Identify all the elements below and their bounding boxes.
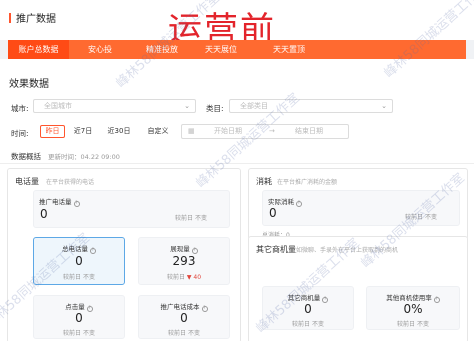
- card-compare: 较前日 不变: [292, 321, 324, 328]
- section-title: 效果数据: [9, 79, 49, 90]
- card-impressions[interactable]: 展现量? 293 较前日 ▼ 40: [138, 237, 230, 285]
- time-label: 时间:: [11, 129, 29, 138]
- lead-panel: 其它商机量 如微聊、手录外在平台上获取到的商机 其它商机量? 0 较前日 不变 …: [248, 236, 468, 341]
- card-compare: 较前日 不变: [397, 321, 429, 328]
- date-end: 结束日期: [295, 127, 323, 135]
- category-select-value: 全部类目: [240, 102, 268, 110]
- tab-daily-booth[interactable]: 天天展位: [193, 40, 249, 59]
- card-compare: 较前日 不变: [63, 274, 95, 281]
- card-value: 0: [40, 207, 48, 221]
- card-value: 0: [75, 254, 83, 268]
- card-total-calls[interactable]: 总电话量? 0 较前日 不变: [33, 237, 125, 285]
- card-compare: 较前日 不变: [168, 330, 200, 337]
- card-value: 0: [75, 311, 83, 325]
- card-value: 293: [172, 254, 196, 268]
- card-title: 推广电话量?: [39, 198, 80, 207]
- overview-label: 数据概括: [11, 152, 41, 161]
- date-start: 开始日期: [214, 127, 242, 135]
- phone-panel-hint: 在平台获得的电话: [46, 179, 95, 186]
- spend-panel-title: 消耗: [256, 177, 272, 186]
- city-select[interactable]: 全国城市 ⌄: [33, 99, 196, 113]
- card-other-leads[interactable]: 其它商机量? 0 较前日 不变: [262, 286, 354, 330]
- time-yesterday-button[interactable]: 昨日: [40, 125, 65, 138]
- lead-panel-hint: 如微聊、手录外在平台上获取到的商机: [296, 247, 399, 254]
- time-30days-button[interactable]: 近30日: [104, 125, 134, 138]
- city-label: 城市:: [11, 104, 29, 113]
- divider: [0, 163, 474, 164]
- date-separator: →: [269, 127, 275, 135]
- phone-panel: 电话量 在平台获得的电话 推广电话量? 0 较前日 不变 总电话量? 0 较前日…: [7, 168, 241, 341]
- chevron-down-icon: ⌄: [381, 102, 387, 110]
- city-select-value: 全国城市: [44, 102, 72, 110]
- card-other-lead-rate[interactable]: 其他商机使用率? 0% 较前日 不变: [366, 286, 460, 330]
- card-call-cost[interactable]: 推广电话成本? 0 较前日 不变: [138, 295, 230, 339]
- card-compare: 较前日 ▼ 40: [166, 274, 202, 281]
- time-custom-button[interactable]: 自定义: [143, 125, 173, 138]
- tab-bar: 账户总数据 安心投 精准投放 天天展位 天天置顶: [8, 40, 466, 59]
- help-icon: ?: [296, 201, 302, 207]
- header-accent-bar: [9, 13, 11, 23]
- date-range-picker[interactable]: ▦ 开始日期 → 结束日期: [181, 124, 349, 139]
- card-title: 总电话量?: [62, 245, 96, 254]
- page-header: 推广数据: [9, 10, 56, 25]
- page-title: 推广数据: [16, 14, 56, 25]
- tab-precise[interactable]: 精准投放: [131, 40, 193, 59]
- tab-anxintou[interactable]: 安心投: [69, 40, 131, 59]
- card-compare: 较前日 不变: [175, 215, 207, 222]
- card-value: 0: [269, 206, 277, 220]
- lead-panel-title: 其它商机量: [256, 245, 296, 254]
- tab-account-total[interactable]: 账户总数据: [8, 40, 69, 59]
- trend-down-icon: ▼: [186, 274, 192, 281]
- time-7days-button[interactable]: 近7日: [70, 125, 96, 138]
- card-value: 0: [304, 302, 312, 316]
- card-value: 0: [180, 311, 188, 325]
- main-content: 效果数据 城市: 全国城市 ⌄ 类目: 全部类目 ⌄ 时间: 昨日 近7日 近30日…: [0, 59, 474, 341]
- category-select[interactable]: 全部类目 ⌄: [229, 99, 393, 113]
- card-actual-spend[interactable]: 实际消耗? 0 较前日 不变: [262, 190, 460, 226]
- top-header: 推广数据 运营前: [0, 0, 474, 50]
- card-compare: 较前日 不变: [405, 214, 437, 221]
- updated-time: 更新时间：04.22 09:00: [48, 153, 120, 161]
- card-value: 0%: [403, 302, 423, 316]
- chevron-down-icon: ⌄: [184, 102, 190, 110]
- card-promo-calls[interactable]: 推广电话量? 0 较前日 不变: [33, 190, 230, 228]
- calendar-icon: ▦: [188, 127, 195, 135]
- category-label: 类目:: [206, 104, 224, 113]
- tab-daily-top[interactable]: 天天置顶: [249, 40, 329, 59]
- help-icon: ?: [73, 201, 80, 207]
- spend-panel: 消耗 在平台推广消耗的金额 实际消耗? 0 较前日 不变 总消耗：0: [248, 168, 468, 240]
- card-compare: 较前日 不变: [63, 330, 95, 337]
- card-title: 展现量?: [170, 245, 198, 254]
- card-clicks[interactable]: 点击量? 0 较前日 不变: [33, 295, 125, 339]
- phone-panel-title: 电话量: [15, 177, 39, 186]
- spend-panel-hint: 在平台推广消耗的金额: [277, 179, 338, 186]
